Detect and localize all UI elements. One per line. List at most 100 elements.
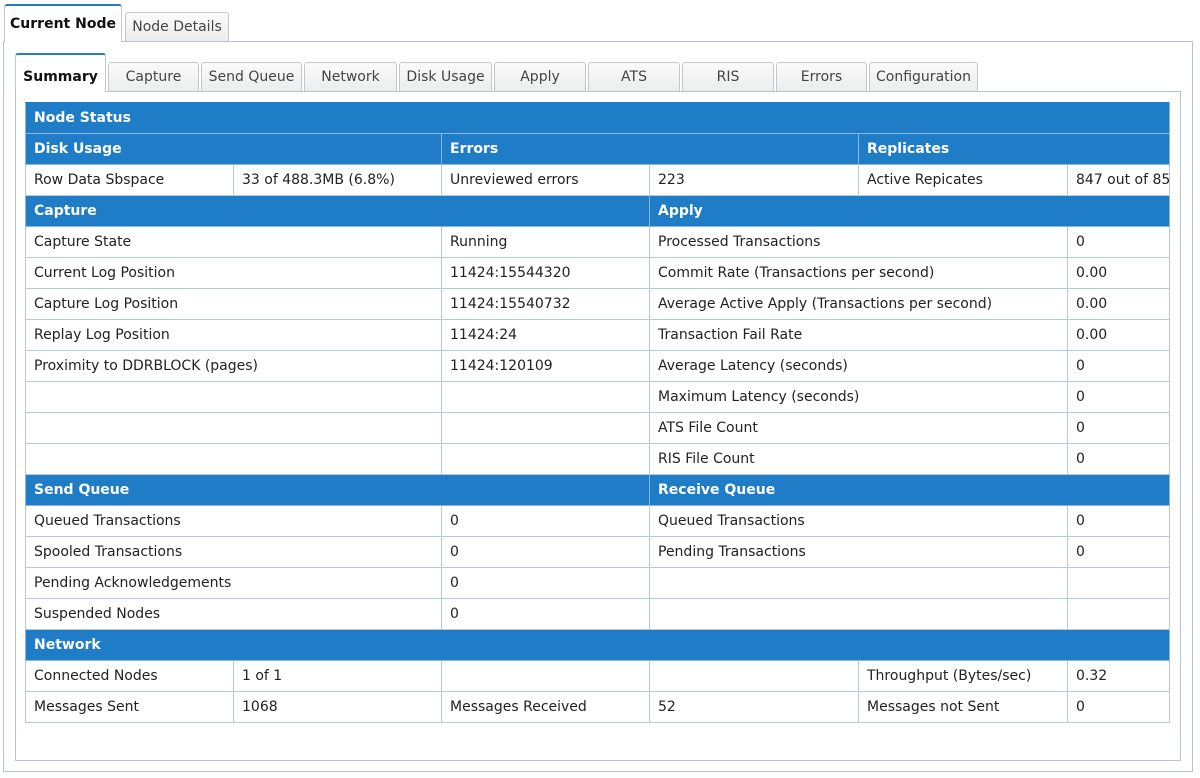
table-row: Proximity to DDRBLOCK (pages) 11424:1201… [25,350,1171,382]
apply-label: Processed Transactions [649,226,1068,258]
empty-cell [649,598,1068,630]
messages-not-sent-label: Messages not Sent [858,691,1068,723]
node-status-table: Node Status Disk Usage Errors Replicates… [24,102,1171,723]
tab-capture[interactable]: Capture [108,62,199,91]
apply-value: 0 [1066,443,1171,475]
send-queue-label: Queued Transactions [25,505,442,537]
node-status-header-row: Node Status [24,102,1171,134]
receive-queue-value: 0 [1066,536,1171,568]
errors-label: Unreviewed errors [441,164,650,196]
apply-label: ATS File Count [649,412,1068,444]
capture-label: Capture Log Position [25,288,442,320]
apply-value: 0 [1066,350,1171,382]
apply-label: Transaction Fail Rate [649,319,1068,351]
send-queue-label: Pending Acknowledgements [25,567,442,599]
connected-nodes-label: Connected Nodes [25,660,234,692]
messages-sent-value: 1068 [233,691,442,723]
apply-value: 0 [1066,412,1171,444]
receive-queue-heading: Receive Queue [648,474,1171,506]
send-queue-label: Spooled Transactions [25,536,442,568]
tab-node-details[interactable]: Node Details [125,12,229,41]
section-header-row: Disk Usage Errors Replicates [25,133,1171,165]
tab-disk-usage[interactable]: Disk Usage [399,62,492,91]
table-row: Queued Transactions 0 Queued Transaction… [25,505,1171,537]
apply-value: 0 [1066,381,1171,413]
empty-cell [25,443,442,475]
apply-label: Average Latency (seconds) [649,350,1068,382]
tab-send-queue[interactable]: Send Queue [201,62,302,91]
apply-value: 0.00 [1066,288,1171,320]
replicates-label: Active Repicates [858,164,1068,196]
disk-usage-label: Row Data Sbspace [25,164,234,196]
table-row: Connected Nodes 1 of 1 Throughput (Bytes… [25,660,1171,692]
tab-ris[interactable]: RIS [682,62,774,91]
throughput-label: Throughput (Bytes/sec) [858,660,1068,692]
section-header-row: Network [24,629,1171,661]
section-header-row: Send Queue Receive Queue [25,474,1171,506]
tab-ats[interactable]: ATS [588,62,680,91]
empty-cell [25,381,442,413]
send-queue-value: 0 [441,536,650,568]
replicates-heading: Replicates [857,133,1171,165]
send-queue-value: 0 [441,505,650,537]
capture-heading: Capture [25,195,650,227]
tab-configuration[interactable]: Configuration [869,62,978,91]
messages-received-value: 52 [649,691,859,723]
send-queue-value: 0 [441,567,650,599]
tab-network[interactable]: Network [304,62,397,91]
messages-sent-label: Messages Sent [25,691,234,723]
capture-value: 11424:15540732 [441,288,650,320]
tab-apply[interactable]: Apply [494,62,586,91]
receive-queue-label: Queued Transactions [649,505,1068,537]
tab-summary[interactable]: Summary [15,53,106,92]
tab-errors[interactable]: Errors [776,62,867,91]
disk-usage-heading: Disk Usage [25,133,442,165]
capture-label: Current Log Position [25,257,442,289]
capture-label: Replay Log Position [25,319,442,351]
capture-label: Proximity to DDRBLOCK (pages) [25,350,442,382]
send-queue-value: 0 [441,598,650,630]
table-row: Maximum Latency (seconds) 0 [25,381,1171,413]
table-row: Messages Sent 1068 Messages Received 52 … [25,691,1171,723]
empty-cell [649,660,859,692]
replicates-value: 847 out of 852 [1066,164,1171,196]
apply-value: 0.00 [1066,257,1171,289]
capture-value: 11424:120109 [441,350,650,382]
apply-label: Maximum Latency (seconds) [649,381,1068,413]
capture-label: Capture State [25,226,442,258]
table-row: RIS File Count 0 [25,443,1171,475]
receive-queue-value: 0 [1066,505,1171,537]
apply-label: RIS File Count [649,443,1068,475]
messages-not-sent-value: 0 [1066,691,1171,723]
table-row: Capture State Running Processed Transact… [25,226,1171,258]
empty-cell [25,412,442,444]
empty-cell [649,567,1068,599]
capture-value: 11424:15544320 [441,257,650,289]
empty-cell [441,412,650,444]
table-row: Capture Log Position 11424:15540732 Aver… [25,288,1171,320]
table-row: Pending Acknowledgements 0 [25,567,1171,599]
errors-value: 223 [649,164,859,196]
send-queue-heading: Send Queue [25,474,650,506]
node-status-title: Node Status [24,102,1171,134]
empty-cell [441,660,650,692]
apply-value: 0.00 [1066,319,1171,351]
empty-cell [1066,567,1171,599]
apply-heading: Apply [648,195,1171,227]
throughput-value: 0.32 [1066,660,1171,692]
table-row: Row Data Sbspace 33 of 488.3MB (6.8%) Un… [25,164,1171,196]
network-heading: Network [24,629,1171,661]
tab-current-node[interactable]: Current Node [4,4,122,42]
table-row: ATS File Count 0 [25,412,1171,444]
disk-usage-value: 33 of 488.3MB (6.8%) [233,164,442,196]
apply-label: Commit Rate (Transactions per second) [649,257,1068,289]
table-row: Suspended Nodes 0 [25,598,1171,630]
receive-queue-label: Pending Transactions [649,536,1068,568]
apply-label: Average Active Apply (Transactions per s… [649,288,1068,320]
table-row: Spooled Transactions 0 Pending Transacti… [25,536,1171,568]
connected-nodes-value: 1 of 1 [233,660,442,692]
apply-value: 0 [1066,226,1171,258]
send-queue-label: Suspended Nodes [25,598,442,630]
table-row: Replay Log Position 11424:24 Transaction… [25,319,1171,351]
errors-heading: Errors [441,133,859,165]
